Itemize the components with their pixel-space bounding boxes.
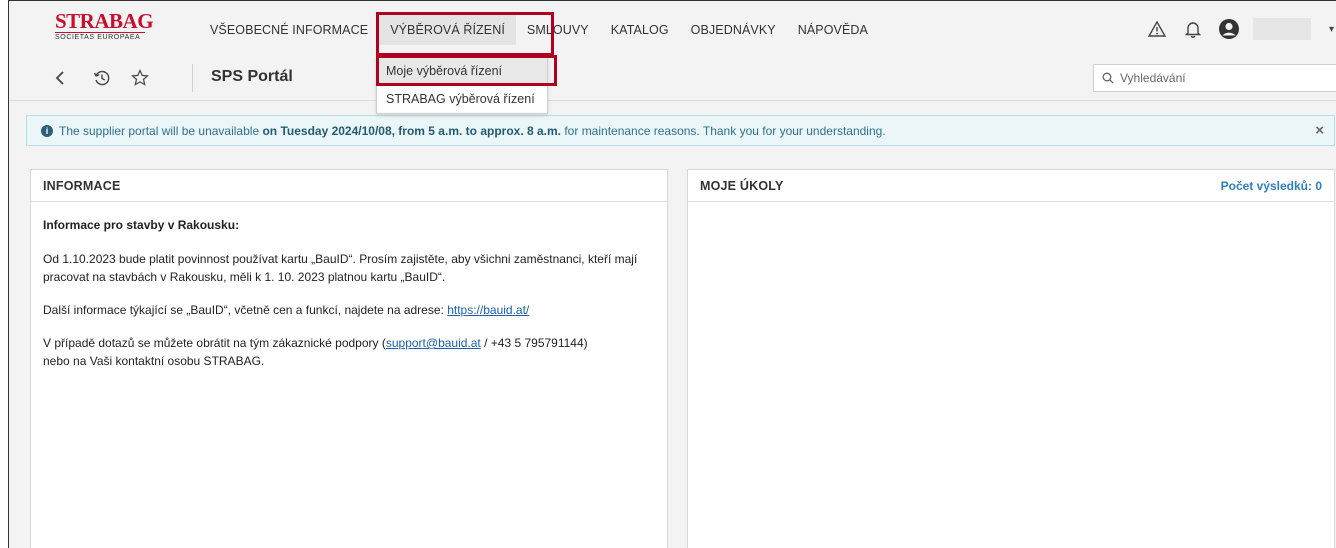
info-panel-header: INFORMACE xyxy=(31,170,667,202)
nav-item-help[interactable]: NÁPOVĚDA xyxy=(787,15,879,45)
chevron-down-icon[interactable]: ▾ xyxy=(1329,24,1334,35)
search-input[interactable] xyxy=(1120,71,1320,85)
user-name-box[interactable] xyxy=(1252,18,1311,40)
nav-item-catalog[interactable]: KATALOG xyxy=(600,15,680,45)
page-title: SPS Portál xyxy=(211,68,293,85)
info-panel: INFORMACE Informace pro stavby v Rakousk… xyxy=(30,169,668,548)
search-box[interactable] xyxy=(1093,64,1336,92)
nav-item-orders[interactable]: OBJEDNÁVKY xyxy=(680,15,787,45)
main-nav: VŠEOBECNÉ INFORMACE VÝBĚROVÁ ŘÍZENÍ SMLO… xyxy=(199,15,879,45)
nav-item-general-info[interactable]: VŠEOBECNÉ INFORMACE xyxy=(199,15,379,45)
support-email-link[interactable]: support@bauid.at xyxy=(386,336,481,350)
info-panel-title: INFORMACE xyxy=(43,178,121,193)
bauid-link[interactable]: https://bauid.at/ xyxy=(447,303,529,317)
nav-item-contracts[interactable]: SMLOUVY xyxy=(516,15,600,45)
star-icon[interactable] xyxy=(129,67,151,89)
alert-text: The supplier portal will be unavailable … xyxy=(59,123,886,138)
info-paragraph-3: V případě dotazů se můžete obrátit na tý… xyxy=(43,336,588,368)
secondary-toolbar: SPS Portál xyxy=(9,57,1336,101)
close-icon[interactable]: × xyxy=(1315,122,1324,139)
maintenance-alert: i The supplier portal will be unavailabl… xyxy=(26,115,1335,146)
app-window: STRABAG SOCIETAS EUROPAEA VŠEOBECNÉ INFO… xyxy=(8,0,1336,548)
user-avatar-icon[interactable] xyxy=(1211,13,1247,45)
tenders-dropdown-menu: Moje výběrová řízení STRABAG výběrová ří… xyxy=(376,56,548,114)
info-panel-body: Informace pro stavby v Rakousku: Od 1.10… xyxy=(31,202,667,399)
top-navbar: STRABAG SOCIETAS EUROPAEA VŠEOBECNÉ INFO… xyxy=(9,1,1336,57)
search-icon xyxy=(1102,72,1114,84)
nav-item-tenders[interactable]: VÝBĚROVÁ ŘÍZENÍ xyxy=(379,15,516,45)
toolbar-divider xyxy=(192,64,193,92)
back-arrow-icon[interactable] xyxy=(49,67,71,89)
logo-subtitle: SOCIETAS EUROPAEA xyxy=(55,32,145,41)
history-icon[interactable] xyxy=(91,67,113,89)
bell-icon[interactable] xyxy=(1175,13,1211,45)
logo-wordmark: STRABAG xyxy=(55,9,154,33)
info-heading: Informace pro stavby v Rakousku: xyxy=(43,218,240,232)
tasks-panel-header: MOJE ÚKOLY Počet výsledků: 0 xyxy=(688,170,1334,202)
top-right-controls: ▾ xyxy=(1139,13,1336,45)
tasks-panel-title: MOJE ÚKOLY xyxy=(700,178,784,193)
info-icon: i xyxy=(41,124,53,137)
info-paragraph-1: Od 1.10.2023 bude platit povinnost použí… xyxy=(43,252,638,284)
dropdown-item-my-tenders[interactable]: Moje výběrová řízení xyxy=(377,57,547,85)
tasks-panel: MOJE ÚKOLY Počet výsledků: 0 xyxy=(687,169,1335,548)
info-paragraph-2: Další informace týkající se „BauID“, vče… xyxy=(43,303,530,317)
warning-icon[interactable] xyxy=(1139,13,1175,45)
strabag-logo[interactable]: STRABAG SOCIETAS EUROPAEA xyxy=(55,9,154,49)
results-count: Počet výsledků: 0 xyxy=(1220,178,1322,193)
dropdown-item-strabag-tenders[interactable]: STRABAG výběrová řízení xyxy=(377,85,547,113)
